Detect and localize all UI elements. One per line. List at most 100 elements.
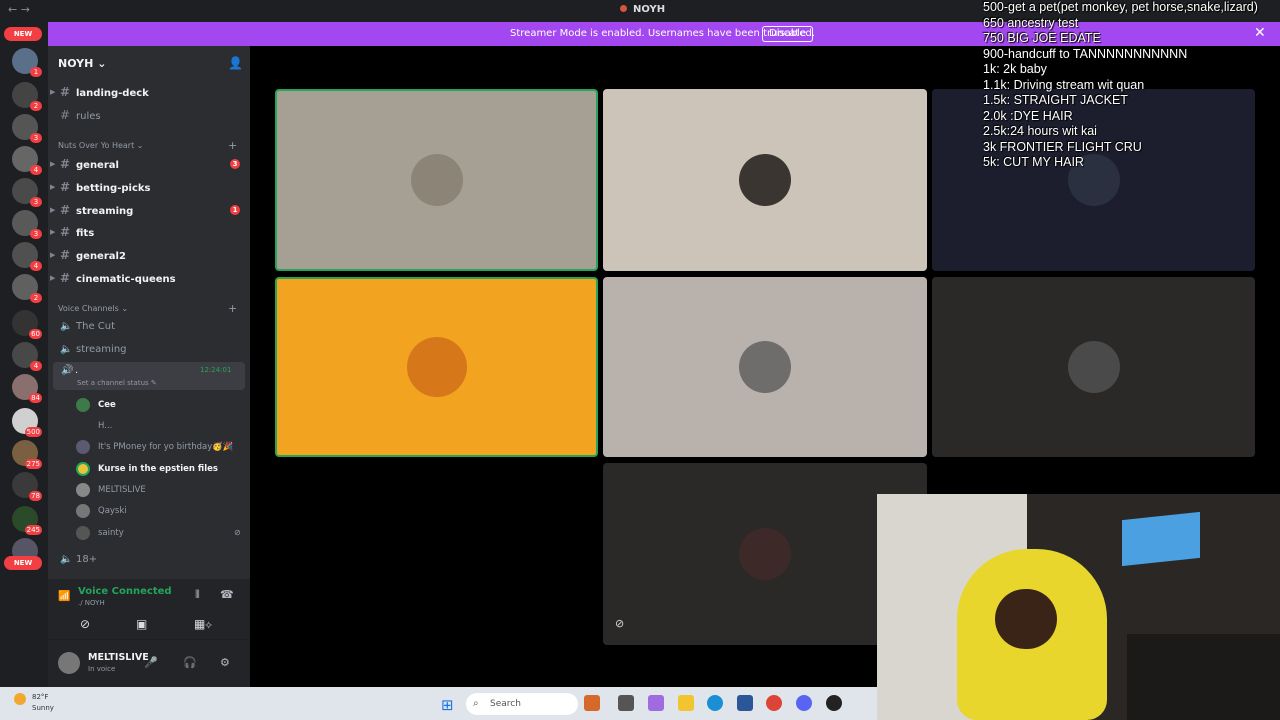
new-pill[interactable]: NEW <box>4 27 42 41</box>
obs-icon[interactable] <box>826 695 842 711</box>
voice-user[interactable]: Kurse in the epstien files <box>76 460 246 478</box>
plus-icon[interactable]: + <box>228 139 237 152</box>
badge: 275 <box>24 459 42 469</box>
server-icon[interactable]: 3 <box>12 114 42 143</box>
soundboard-icon[interactable]: ✧ <box>204 619 213 632</box>
chevron-right-icon: ▶ <box>50 88 56 96</box>
active-voice-channel[interactable]: 🔊 . 12:24:01 Set a channel status ✎ <box>53 362 245 390</box>
signal-icon: 📶 <box>58 591 71 602</box>
server-icon[interactable]: 4 <box>12 146 42 175</box>
microphone-icon[interactable]: 🎤 <box>144 656 158 669</box>
server-icon[interactable]: 245 <box>12 506 42 535</box>
video-tile[interactable] <box>275 277 598 457</box>
goal-line: 900-handcuff to TANNNNNNNNNNN <box>983 46 1188 61</box>
disable-button[interactable]: Disable <box>762 26 814 42</box>
channel-streaming[interactable]: ▶ # streaming 1 <box>50 201 240 219</box>
category-nuts[interactable]: Nuts Over Yo Heart ⌄ + <box>58 139 237 152</box>
hash-icon: # <box>60 248 71 262</box>
voice-channel-streaming[interactable]: 🔈 streaming <box>60 341 240 359</box>
search-box[interactable]: ⌕ Search <box>466 693 578 715</box>
chevron-right-icon: ▶ <box>50 228 56 236</box>
avatar <box>76 526 90 540</box>
channel-rules[interactable]: # rules <box>60 106 240 124</box>
new-pill[interactable]: NEW <box>4 556 42 570</box>
server-icon[interactable]: 60 <box>12 310 42 339</box>
chevron-right-icon: ▶ <box>50 206 56 214</box>
badge: 245 <box>24 525 42 535</box>
channel-label: rules <box>76 111 101 122</box>
sun-icon <box>14 693 26 705</box>
voice-user[interactable]: H... <box>76 417 246 435</box>
weather-condition: Sunny <box>32 704 54 712</box>
disconnect-icon[interactable]: ☎ <box>220 588 234 601</box>
server-icon[interactable]: 500 <box>12 408 42 437</box>
discord-icon[interactable] <box>796 695 812 711</box>
server-name-dropdown[interactable]: NOYH ⌄ <box>58 57 106 70</box>
voice-user[interactable]: MELTISLIVE <box>76 481 246 499</box>
screen-share-icon[interactable]: ▣ <box>136 617 147 631</box>
goal-line: 1.1k: Driving stream wit quan <box>983 77 1145 92</box>
hash-icon: # <box>60 85 71 99</box>
chrome-icon[interactable] <box>766 695 782 711</box>
set-status-link[interactable]: Set a channel status ✎ <box>77 379 157 387</box>
noise-suppression-icon[interactable]: ⦀ <box>195 588 200 602</box>
server-icon[interactable]: 1 <box>12 48 42 77</box>
voice-user[interactable]: Qayski <box>76 502 246 520</box>
category-voice[interactable]: Voice Channels ⌄ + <box>58 302 237 315</box>
hash-icon: # <box>60 225 71 239</box>
server-icon[interactable]: 78 <box>12 472 42 501</box>
voice-user[interactable]: sainty ⊘ <box>76 524 246 542</box>
goal-line: 2.5k:24 hours wit kai <box>983 124 1097 138</box>
video-tile[interactable] <box>603 89 927 271</box>
edge-icon[interactable] <box>707 695 723 711</box>
channel-fits[interactable]: ▶ # fits <box>50 223 240 241</box>
channel-landing-deck[interactable]: ▶ # landing-deck <box>50 83 240 101</box>
server-icon[interactable]: 4 <box>12 242 42 271</box>
voice-user-name: MELTISLIVE <box>98 485 146 495</box>
store-icon[interactable] <box>737 695 753 711</box>
channel-general[interactable]: ▶ # general 3 <box>50 155 240 173</box>
channel-label: cinematic-queens <box>76 274 176 285</box>
voice-user[interactable]: It's PMoney for yo birthday🥳🎉 <box>76 438 246 456</box>
channel-label: fits <box>76 228 95 239</box>
windows-start-icon[interactable]: ⊞ <box>441 696 454 714</box>
server-icon[interactable]: 84 <box>12 374 42 403</box>
hash-icon: # <box>60 108 71 122</box>
video-tile[interactable] <box>932 277 1255 457</box>
video-tile[interactable] <box>275 89 598 271</box>
voice-channel-the-cut[interactable]: 🔈 The Cut <box>60 318 240 336</box>
gear-icon[interactable]: ⚙ <box>220 656 230 669</box>
badge: 3 <box>30 197 42 207</box>
video-tile[interactable] <box>603 277 927 457</box>
avatar[interactable] <box>58 652 80 674</box>
server-icon[interactable]: 3 <box>12 210 42 239</box>
server-icon[interactable]: 4 <box>12 342 42 371</box>
copilot-icon[interactable] <box>648 695 664 711</box>
user-name: MELTISLIVE <box>88 652 149 663</box>
channel-betting-picks[interactable]: ▶ # betting-picks <box>50 178 240 196</box>
voice-channel-18plus[interactable]: 🔈 18+ <box>60 551 240 569</box>
plus-icon[interactable]: + <box>228 302 237 315</box>
camera-off-icon[interactable]: ⊘ <box>80 617 90 631</box>
server-icon[interactable]: 3 <box>12 178 42 207</box>
speaker-icon: 🔈 <box>60 554 73 565</box>
app-icon[interactable] <box>584 695 600 711</box>
channel-cinematic-queens[interactable]: ▶ # cinematic-queens <box>50 269 240 287</box>
monitor <box>1122 511 1200 567</box>
server-icon[interactable]: 2 <box>12 82 42 111</box>
nav-arrows[interactable]: ← → <box>8 3 30 16</box>
voice-user[interactable]: Cee <box>76 396 246 414</box>
channel-general2[interactable]: ▶ # general2 <box>50 246 240 264</box>
avatar <box>76 483 90 497</box>
headphones-icon[interactable]: 🎧 <box>183 656 197 669</box>
avatar <box>410 154 463 206</box>
folder-icon[interactable] <box>678 695 694 711</box>
chevron-right-icon: ▶ <box>50 274 56 282</box>
mention-badge: 3 <box>230 159 240 169</box>
server-icon[interactable]: 2 <box>12 274 42 303</box>
file-explorer-icon[interactable] <box>618 695 634 711</box>
muted-icon: ⊘ <box>234 528 241 537</box>
add-user-icon[interactable]: 👤 <box>228 56 243 70</box>
server-icon[interactable]: 275 <box>12 440 42 469</box>
voice-connected-title[interactable]: Voice Connected <box>78 586 172 597</box>
